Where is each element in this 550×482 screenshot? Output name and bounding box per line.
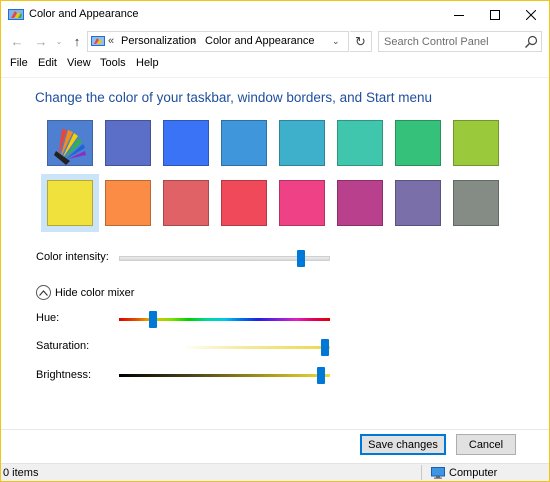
back-button[interactable]: ← xyxy=(9,33,25,49)
forward-button[interactable]: → xyxy=(33,33,49,49)
swatch-color-14[interactable] xyxy=(331,174,389,232)
swatch-fill xyxy=(395,120,441,166)
swatch-fill xyxy=(221,180,267,226)
cancel-button[interactable]: Cancel xyxy=(456,434,516,455)
content-pane: Change the color of your taskbar, window… xyxy=(1,77,549,429)
swatch-color-11[interactable] xyxy=(157,174,215,232)
hue-slider-thumb[interactable] xyxy=(149,311,157,328)
swatch-fill xyxy=(279,120,325,166)
address-bar[interactable]: « Personalization › Color and Appearance… xyxy=(87,31,349,52)
window: Color and Appearance ← → ⌄ ↑ « Personali… xyxy=(0,0,550,482)
refresh-button[interactable]: ↻ xyxy=(350,31,372,52)
swatch-color-12[interactable] xyxy=(215,174,273,232)
up-button[interactable]: ↑ xyxy=(69,33,85,49)
swatch-fill xyxy=(395,180,441,226)
saturation-slider-thumb[interactable] xyxy=(321,339,329,356)
recent-locations-button[interactable]: ⌄ xyxy=(51,33,67,49)
swatch-fill xyxy=(163,180,209,226)
bottom-divider xyxy=(1,429,549,430)
swatch-color-15[interactable] xyxy=(389,174,447,232)
chevron-up-icon xyxy=(39,289,48,296)
minimize-button[interactable] xyxy=(441,1,477,29)
menu-view[interactable]: View xyxy=(67,57,91,69)
menu-tools[interactable]: Tools xyxy=(100,57,126,69)
window-title: Color and Appearance xyxy=(29,8,139,20)
search-box[interactable] xyxy=(378,31,542,52)
address-dropdown-button[interactable]: ⌄ xyxy=(332,36,340,47)
swatch-color-2[interactable] xyxy=(99,114,157,172)
swatch-fill xyxy=(337,120,383,166)
swatch-color-10[interactable] xyxy=(99,174,157,232)
computer-icon xyxy=(431,467,445,479)
swatch-fill xyxy=(163,120,209,166)
swatch-color-4[interactable] xyxy=(215,114,273,172)
maximize-icon xyxy=(490,10,500,20)
color-and-appearance-icon xyxy=(8,9,24,20)
menu-help[interactable]: Help xyxy=(136,57,159,69)
title-bar: Color and Appearance xyxy=(1,1,549,29)
swatch-color-8[interactable] xyxy=(447,114,505,172)
swatch-fill xyxy=(105,180,151,226)
hide-color-mixer-label[interactable]: Hide color mixer xyxy=(55,287,134,299)
intensity-label: Color intensity: xyxy=(36,251,109,263)
swatch-fill xyxy=(221,120,267,166)
brightness-label: Brightness: xyxy=(36,369,92,381)
breadcrumb-color-and-appearance[interactable]: Color and Appearance xyxy=(205,35,314,47)
close-button[interactable] xyxy=(513,1,549,29)
save-changes-button[interactable]: Save changes xyxy=(360,434,446,455)
search-input[interactable] xyxy=(379,32,519,51)
swatch-color-13[interactable] xyxy=(273,174,331,232)
swatch-color-5[interactable] xyxy=(273,114,331,172)
swatch-color-6[interactable] xyxy=(331,114,389,172)
control-panel-icon xyxy=(91,36,105,46)
saturation-label: Saturation: xyxy=(36,340,90,352)
swatch-fill xyxy=(105,120,151,166)
swatch-fill xyxy=(337,180,383,226)
close-icon xyxy=(526,10,536,20)
status-divider xyxy=(421,465,422,480)
breadcrumb-chevron[interactable]: › xyxy=(192,35,196,47)
swatch-color-3[interactable] xyxy=(157,114,215,172)
swatch-automatic[interactable] xyxy=(41,114,99,172)
breadcrumb-personalization[interactable]: Personalization xyxy=(121,35,196,47)
swatch-color-7[interactable] xyxy=(389,114,447,172)
breadcrumb-root-separator[interactable]: « xyxy=(108,35,114,47)
hue-label: Hue: xyxy=(36,312,60,324)
swatch-color-9-selected[interactable] xyxy=(41,174,99,232)
status-location: Computer xyxy=(449,467,498,479)
brightness-slider[interactable] xyxy=(119,374,330,377)
intensity-slider-thumb[interactable] xyxy=(297,250,305,267)
maximize-button[interactable] xyxy=(477,1,513,29)
swatch-fill xyxy=(47,180,93,226)
search-icon[interactable] xyxy=(524,35,538,49)
address-row: ← → ⌄ ↑ « Personalization › Color and Ap… xyxy=(1,29,549,53)
swatch-fill xyxy=(453,180,499,226)
swatch-fill xyxy=(453,120,499,166)
status-bar: 0 items Computer xyxy=(1,463,549,481)
menu-bar: File Edit View Tools Help xyxy=(1,55,549,73)
menu-file[interactable]: File xyxy=(10,57,28,69)
saturation-slider[interactable] xyxy=(187,346,330,349)
swatch-fill xyxy=(279,180,325,226)
page-heading: Change the color of your taskbar, window… xyxy=(35,90,432,105)
brightness-slider-thumb[interactable] xyxy=(317,367,325,384)
menu-edit[interactable]: Edit xyxy=(38,57,57,69)
status-item-count: 0 items xyxy=(3,467,39,479)
hide-color-mixer-button[interactable] xyxy=(36,285,51,300)
minimize-icon xyxy=(454,15,464,16)
swatch-color-16[interactable] xyxy=(447,174,505,232)
color-palette-icon xyxy=(47,120,93,166)
color-fan-icon xyxy=(48,121,92,165)
